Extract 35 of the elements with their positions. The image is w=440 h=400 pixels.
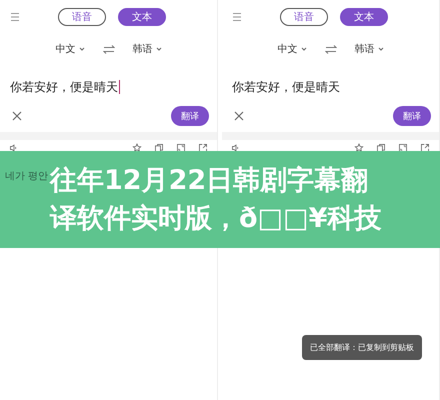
star-icon[interactable] xyxy=(354,143,364,153)
chevron-down-icon xyxy=(156,47,162,51)
close-icon[interactable] xyxy=(232,109,246,123)
swap-icon[interactable] xyxy=(324,44,336,54)
swap-icon[interactable] xyxy=(102,44,114,54)
mode-tab[interactable]: 文本 xyxy=(340,8,388,26)
source-language-dropdown[interactable]: 中文 xyxy=(278,42,306,56)
chevron-down-icon xyxy=(300,47,306,51)
article-title: 往年12月22日韩剧字幕翻译软件实时版，ð□□¥科技 xyxy=(50,164,382,236)
expand-icon[interactable] xyxy=(176,143,186,153)
mode-tab[interactable]: 语音 xyxy=(58,8,106,26)
mode-tab[interactable]: 文本 xyxy=(118,8,166,26)
target-language-dropdown[interactable]: 韩语 xyxy=(132,42,162,56)
mode-tab[interactable]: 语音 xyxy=(280,8,328,26)
expand-icon[interactable] xyxy=(398,143,408,153)
chevron-down-icon xyxy=(78,47,84,51)
translate-button[interactable]: 翻译 xyxy=(393,106,431,126)
close-icon[interactable] xyxy=(10,109,24,123)
share-icon[interactable] xyxy=(198,143,208,153)
chevron-down-icon xyxy=(378,47,384,51)
speaker-icon[interactable] xyxy=(9,143,19,153)
translate-button[interactable]: 翻译 xyxy=(171,106,209,126)
source-language-dropdown[interactable]: 中文 xyxy=(56,42,84,56)
speaker-icon[interactable] xyxy=(231,143,241,153)
target-language-dropdown[interactable]: 韩语 xyxy=(354,42,384,56)
menu-icon[interactable] xyxy=(232,12,242,22)
share-icon[interactable] xyxy=(420,143,430,153)
text-input-field[interactable]: 你若安好，便是晴天 xyxy=(10,78,207,96)
copy-icon[interactable] xyxy=(376,143,386,153)
copy-icon[interactable] xyxy=(154,143,164,153)
menu-icon[interactable] xyxy=(10,12,20,22)
text-input-field[interactable]: 你若安好，便是晴天 xyxy=(232,78,429,96)
toast-message: 已全部翻译：已复制到剪贴板 xyxy=(302,335,422,360)
star-icon[interactable] xyxy=(132,143,142,153)
translation-result: 네가 평안 xyxy=(5,170,48,183)
